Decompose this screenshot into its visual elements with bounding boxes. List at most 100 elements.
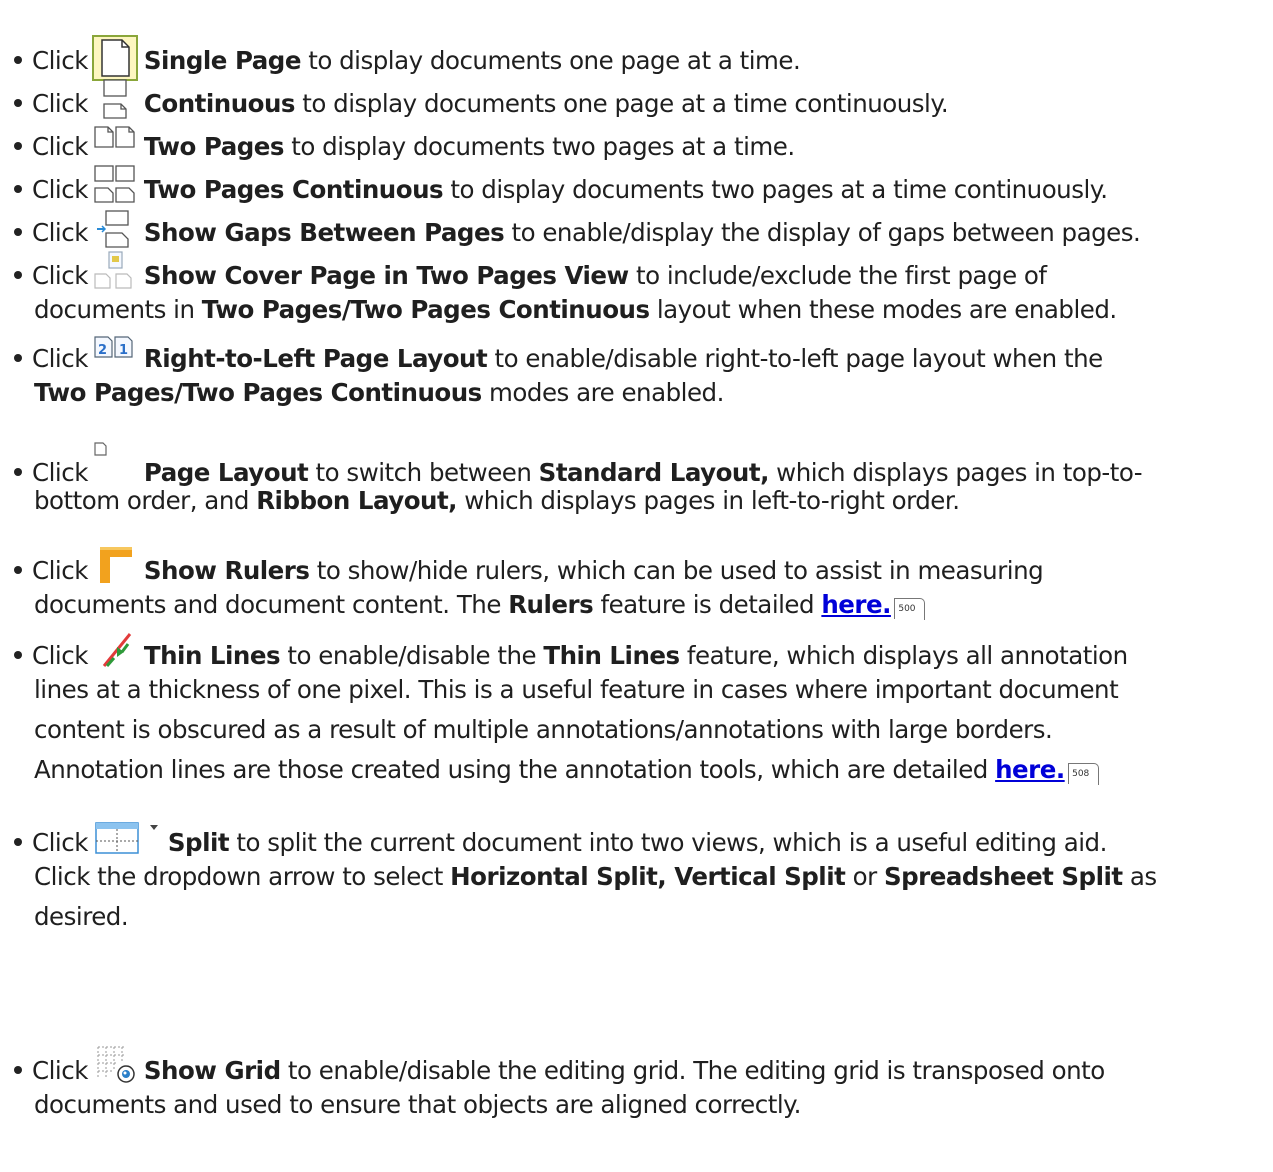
bullet bbox=[14, 566, 22, 574]
click-word: Click bbox=[32, 261, 88, 290]
single-page-icon bbox=[91, 35, 138, 81]
svg-text:1: 1 bbox=[119, 343, 128, 358]
bullet bbox=[14, 651, 22, 659]
list-item-line: Two Pages/Two Pages Continuous modes are… bbox=[34, 373, 724, 413]
bullet bbox=[14, 354, 22, 362]
feature-name: Two Pages bbox=[143, 132, 285, 161]
description: feature is detailed bbox=[593, 590, 822, 619]
list-item-line: lines at a thickness of one pixel. This … bbox=[34, 670, 1119, 710]
bullet bbox=[14, 185, 22, 193]
svg-text:2: 2 bbox=[98, 343, 107, 358]
bullet bbox=[14, 271, 22, 279]
bold-term: Two Pages/Two Pages Continuous bbox=[34, 378, 482, 407]
description: to enable/disable right-to-left page lay… bbox=[487, 344, 1104, 373]
bullet bbox=[14, 468, 22, 476]
list-item-line: Click Show Cover Page in Two Pages View t… bbox=[10, 250, 1047, 290]
description: to split the current document into two v… bbox=[229, 828, 1107, 857]
feature-name: Show Gaps Between Pages bbox=[143, 218, 505, 247]
list-item-line: Click Show Rulers to show/hide rulers, wh… bbox=[10, 545, 1044, 585]
page-reference: 500 bbox=[893, 598, 925, 620]
description: to enable/disable the editing grid. The … bbox=[280, 1056, 1105, 1085]
feature-name: Continuous bbox=[143, 89, 296, 118]
description: content is obscured as a result of multi… bbox=[34, 715, 1053, 744]
bullet bbox=[14, 56, 22, 64]
description: Annotation lines are those created using… bbox=[34, 755, 996, 784]
click-word: Click bbox=[32, 132, 88, 161]
description: documents in bbox=[34, 295, 202, 324]
feature-name: Show Rulers bbox=[143, 556, 310, 585]
feature-name: Right-to-Left Page Layout bbox=[143, 344, 488, 373]
description: to enable/display the display of gaps be… bbox=[504, 218, 1141, 247]
bullet bbox=[14, 142, 22, 150]
click-word: Click bbox=[32, 1056, 88, 1085]
description: modes are enabled. bbox=[481, 378, 724, 407]
feature-name: Show Cover Page in Two Pages View bbox=[143, 261, 629, 290]
list-item-line: Click Single Page to display documents on… bbox=[10, 35, 801, 81]
description: lines at a thickness of one pixel. This … bbox=[34, 675, 1119, 704]
click-word: Click bbox=[32, 89, 88, 118]
continuous-icon bbox=[92, 78, 138, 124]
list-item-line: Annotation lines are those created using… bbox=[34, 750, 1099, 790]
list-item-line: content is obscured as a result of multi… bbox=[34, 710, 1053, 750]
description: to display documents one page at a time … bbox=[295, 89, 949, 118]
list-item-line: Click the dropdown arrow to select Horiz… bbox=[34, 857, 1157, 897]
description: as bbox=[1122, 862, 1157, 891]
description: Click the dropdown arrow to select bbox=[34, 862, 451, 891]
bold-term: Thin Lines bbox=[543, 641, 680, 670]
description: to show/hide rulers, which can be used t… bbox=[309, 556, 1044, 585]
list-item-line: bottom order, and Ribbon Layout, which d… bbox=[34, 481, 960, 521]
bold-term: Ribbon Layout, bbox=[256, 486, 457, 515]
description: which displays pages in left-to-right or… bbox=[456, 486, 960, 515]
bullet bbox=[14, 1066, 22, 1074]
bold-term: Two Pages/Two Pages Continuous bbox=[201, 295, 650, 324]
bullet bbox=[14, 228, 22, 236]
list-item-line: Click Continuous to display documents one… bbox=[10, 78, 949, 119]
list-item-line: Click Page Layout to switch between Stand… bbox=[10, 441, 1143, 487]
bullet bbox=[14, 838, 22, 846]
description: desired. bbox=[34, 902, 129, 931]
annotation-tools-here-link[interactable]: here. bbox=[995, 755, 1065, 784]
click-word: Click bbox=[32, 828, 88, 857]
rulers-here-link[interactable]: here. bbox=[821, 590, 891, 619]
click-word: Click bbox=[32, 641, 88, 670]
list-item-line: Click Two Pages to display documents two … bbox=[10, 121, 795, 161]
bold-term: Horizontal Split, Vertical Split bbox=[450, 862, 846, 891]
dropdown-arrow-icon bbox=[149, 825, 158, 830]
description: or bbox=[845, 862, 884, 891]
bullet bbox=[14, 99, 22, 107]
feature-name: Show Grid bbox=[143, 1056, 281, 1085]
list-item-line: Click Thin Lines to enable/disable the Th… bbox=[10, 630, 1128, 670]
description: to enable/disable the bbox=[280, 641, 544, 670]
click-word: Click bbox=[32, 218, 88, 247]
description: documents and used to ensure that object… bbox=[34, 1090, 801, 1119]
description: feature, which displays all annotation bbox=[679, 641, 1128, 670]
list-item-line: Click Show Grid to enable/disable the edi… bbox=[10, 1045, 1105, 1085]
two-pages-icon bbox=[92, 121, 138, 167]
description: bottom order, and bbox=[34, 486, 257, 515]
feature-name: Single Page bbox=[143, 46, 302, 75]
feature-name: Thin Lines bbox=[143, 641, 281, 670]
list-item-line: documents and document content. The Rule… bbox=[34, 585, 925, 625]
list-item-line: Click Show Gaps Between Pages to enable/d… bbox=[10, 207, 1141, 248]
description: to display documents one page at a time. bbox=[300, 46, 801, 75]
bold-term: Rulers bbox=[508, 590, 594, 619]
description: documents and document content. The bbox=[34, 590, 509, 619]
list-item-line: documents and used to ensure that object… bbox=[34, 1085, 801, 1125]
list-item-line: Click Split to split the current document… bbox=[10, 817, 1107, 857]
list-item-line: desired. bbox=[34, 897, 129, 937]
description: layout when these modes are enabled. bbox=[649, 295, 1117, 324]
page-reference: 508 bbox=[1067, 763, 1099, 785]
description: to display documents two pages at a time… bbox=[283, 132, 795, 161]
description: to display documents two pages at a time… bbox=[443, 175, 1108, 204]
click-word: Click bbox=[32, 344, 88, 373]
feature-name: Split bbox=[167, 828, 230, 857]
click-word: Click bbox=[32, 175, 88, 204]
two-pages-continuous-icon bbox=[92, 164, 138, 210]
feature-name: Two Pages Continuous bbox=[143, 175, 444, 204]
description: to include/exclude the first page of bbox=[628, 261, 1047, 290]
list-item-line: Click 2 1 Right-to-Left Page Layout to enab… bbox=[10, 333, 1103, 373]
bold-term: Spreadsheet Split bbox=[883, 862, 1123, 891]
click-word: Click bbox=[32, 46, 88, 75]
click-word: Click bbox=[32, 556, 88, 585]
list-item-line: Click Two Pages Continuous to display doc… bbox=[10, 164, 1108, 204]
